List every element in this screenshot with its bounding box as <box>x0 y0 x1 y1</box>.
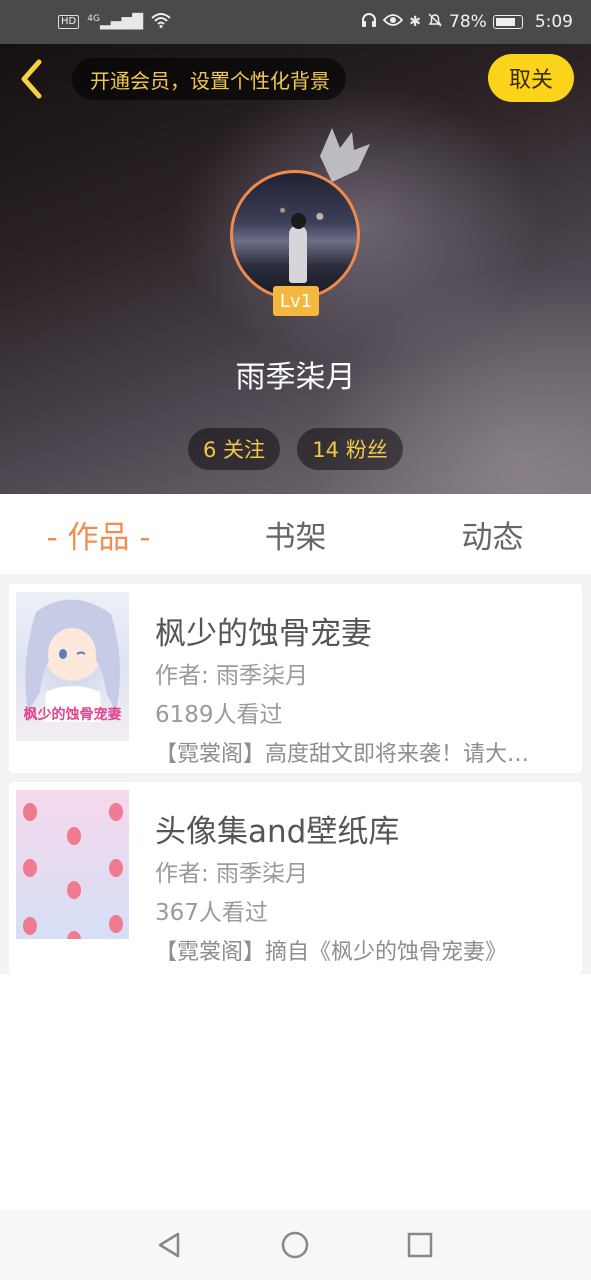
battery-percent: 78% <box>449 12 487 32</box>
triangle-back-icon <box>158 1232 180 1258</box>
nav-back-button[interactable] <box>148 1224 190 1266</box>
tab-activity[interactable]: 动态 <box>394 494 591 574</box>
signal-icon: 4G▂▄▆█ <box>87 14 144 30</box>
book-description: 【霓裳阁】高度甜文即将来袭！请大家多多支持 <box>155 742 551 767</box>
book-list: 枫少的蚀骨宠妻 枫少的蚀骨宠妻 作者: 雨季柒月 6189人看过 【霓裳阁】高度… <box>0 574 591 974</box>
eye-icon <box>383 12 404 32</box>
nav-recent-button[interactable] <box>399 1224 441 1266</box>
hd-icon: HD <box>58 15 80 29</box>
avatar-head <box>291 213 306 229</box>
book-cover: 枫少的蚀骨宠妻 <box>16 592 129 741</box>
chevron-left-icon <box>21 59 42 99</box>
nav-home-button[interactable] <box>274 1224 316 1266</box>
vip-background-banner[interactable]: 开通会员，设置个性化背景 <box>72 58 346 100</box>
book-author: 作者: 雨季柒月 <box>155 861 309 887</box>
status-bar: HD 4G▂▄▆█ ✱ 78% 5:09 <box>0 0 591 44</box>
unfollow-button[interactable]: 取关 <box>488 54 574 102</box>
square-recent-icon <box>407 1232 433 1258</box>
avatar-figure <box>289 225 307 283</box>
headphone-icon <box>361 12 377 32</box>
tab-works[interactable]: - 作品 - <box>0 494 197 574</box>
book-cover <box>16 790 129 939</box>
book-title: 枫少的蚀骨宠妻 <box>155 616 372 652</box>
back-button[interactable] <box>14 57 48 101</box>
battery-icon <box>492 15 523 29</box>
username: 雨季柒月 <box>235 360 356 395</box>
list-item[interactable]: 枫少的蚀骨宠妻 枫少的蚀骨宠妻 作者: 雨季柒月 6189人看过 【霓裳阁】高度… <box>9 584 582 773</box>
fans-count[interactable]: 14 粉丝 <box>297 428 403 470</box>
mute-bell-icon <box>427 12 443 33</box>
level-badge: Lv1 <box>273 286 319 316</box>
tab-bar: - 作品 - 书架 动态 <box>0 494 591 574</box>
wifi-icon <box>151 12 171 33</box>
tab-bookshelf[interactable]: 书架 <box>197 494 394 574</box>
book-title: 头像集and壁纸库 <box>155 814 400 850</box>
profile-header: 开通会员，设置个性化背景 取关 Lv1 雨季柒月 6 关注 14 粉丝 <box>0 44 591 494</box>
bluetooth-icon: ✱ <box>409 14 422 30</box>
following-count[interactable]: 6 关注 <box>188 428 280 470</box>
list-item[interactable]: 头像集and壁纸库 作者: 雨季柒月 367人看过 【霓裳阁】摘自《枫少的蚀骨宠… <box>9 782 582 974</box>
clock: 5:09 <box>534 12 573 32</box>
book-views: 6189人看过 <box>155 702 283 728</box>
avatar[interactable] <box>230 170 360 300</box>
status-right: ✱ 78% 5:09 <box>361 12 573 33</box>
cover-title-text: 枫少的蚀骨宠妻 <box>23 707 122 723</box>
status-left: HD 4G▂▄▆█ <box>58 12 171 33</box>
book-description: 【霓裳阁】摘自《枫少的蚀骨宠妻》 <box>155 940 508 965</box>
book-author: 作者: 雨季柒月 <box>155 663 309 689</box>
circle-home-icon <box>281 1231 309 1259</box>
book-views: 367人看过 <box>155 900 268 926</box>
system-nav-bar <box>0 1210 591 1280</box>
strawberry-pattern <box>23 803 123 939</box>
